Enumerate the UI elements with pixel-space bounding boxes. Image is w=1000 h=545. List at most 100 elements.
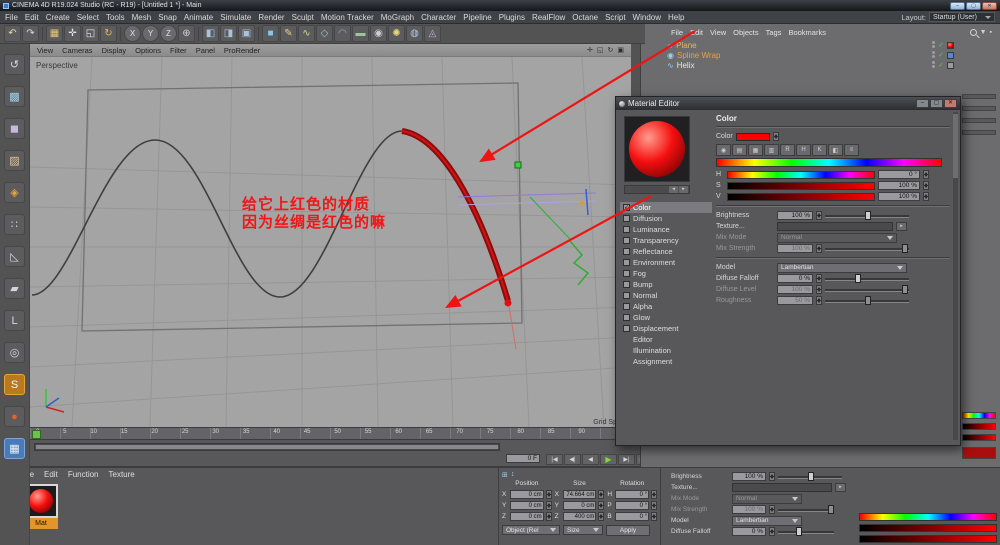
material-preview[interactable] xyxy=(624,116,690,182)
attr-texture-browse-icon[interactable]: ▸ xyxy=(835,483,846,492)
orbit-view-icon[interactable]: ↻ xyxy=(608,45,614,56)
diffuse-falloff-field[interactable]: 0 % xyxy=(777,274,813,283)
hsv-spinner[interactable] xyxy=(923,181,929,190)
attr-saturation-gradient-bar[interactable] xyxy=(859,524,997,532)
coordinate-spinner[interactable] xyxy=(545,490,552,499)
channel-checkbox[interactable] xyxy=(623,215,630,222)
object-mode-dropdown[interactable]: Object (Rel xyxy=(502,525,560,535)
channel-row[interactable]: Diffusion xyxy=(620,213,712,224)
coordinate-field[interactable]: 0 ° xyxy=(615,490,650,499)
menu-item[interactable]: Mesh xyxy=(132,13,152,22)
viewport-menu-item[interactable]: Cameras xyxy=(62,46,92,55)
viewport-menu-item[interactable]: View xyxy=(37,46,53,55)
channel-checkbox[interactable] xyxy=(623,237,630,244)
object-manager-menu-item[interactable]: Tags xyxy=(766,28,782,37)
menu-item[interactable]: Help xyxy=(668,13,684,22)
attr-mix-mode-dropdown[interactable]: Normal xyxy=(732,493,802,504)
timeline-range-scrollbar[interactable] xyxy=(34,443,500,451)
object-name[interactable]: Spline Wrap xyxy=(677,51,720,60)
goto-start-button[interactable]: |◀ xyxy=(546,454,563,465)
viewport-menu-item[interactable]: Panel xyxy=(196,46,215,55)
image-color-icon[interactable]: ▦ xyxy=(748,144,763,156)
materials-menu-item[interactable]: Texture xyxy=(109,470,135,479)
mat-close-button[interactable]: ✕ xyxy=(944,99,957,108)
edges-mode-icon[interactable]: ◺ xyxy=(4,246,25,267)
hsv-sliders-icon[interactable]: H xyxy=(796,144,811,156)
diffuse-falloff-slider[interactable] xyxy=(825,274,909,283)
maximize-button[interactable]: ▢ xyxy=(966,1,981,10)
object-manager-menu-item[interactable]: Objects xyxy=(733,28,758,37)
render-picture-viewer-icon[interactable]: ◨ xyxy=(220,25,237,42)
enabled-check-icon[interactable]: ✓ xyxy=(938,41,944,49)
channel-row[interactable]: Displacement xyxy=(620,323,712,334)
channel-row[interactable]: Reflectance xyxy=(620,246,712,257)
mix-strength-slider[interactable] xyxy=(825,244,909,253)
size-mode-dropdown[interactable]: Size xyxy=(563,525,603,535)
menu-item[interactable]: Script xyxy=(605,13,625,22)
channel-row[interactable]: Environment xyxy=(620,257,712,268)
undo-icon[interactable]: ↶ xyxy=(4,25,21,42)
coordinate-spinner[interactable] xyxy=(545,512,552,521)
viewport-scene[interactable] xyxy=(30,57,631,427)
paint-setup-icon[interactable]: ● xyxy=(4,406,25,427)
materials-menu-item[interactable]: Function xyxy=(68,470,99,479)
diffuse-falloff-spinner[interactable] xyxy=(816,274,822,283)
saturation-gradient-bar[interactable] xyxy=(962,423,996,430)
object-name[interactable]: Plane xyxy=(676,41,696,50)
add-primitive-icon[interactable]: ■ xyxy=(262,25,279,42)
texture-mode-icon[interactable]: ▨ xyxy=(4,150,25,171)
floor-icon[interactable]: ▬ xyxy=(352,25,369,42)
attr-diffuse-falloff-slider[interactable] xyxy=(778,527,834,536)
brightness-slider[interactable] xyxy=(825,211,909,220)
coordinate-field[interactable]: 0 cm xyxy=(562,501,597,510)
channel-row[interactable]: Transparency xyxy=(620,235,712,246)
menu-item[interactable]: Render xyxy=(258,13,284,22)
attr-mix-strength-slider[interactable] xyxy=(778,505,834,514)
color-mixer-icon[interactable]: ◧ xyxy=(828,144,843,156)
prev-frame-button[interactable]: ◀ xyxy=(582,454,599,465)
brightness-spinner[interactable] xyxy=(816,211,822,220)
menu-item[interactable]: Edit xyxy=(25,13,39,22)
z-axis-icon[interactable]: Z xyxy=(160,25,177,42)
pan-view-icon[interactable]: ✛ xyxy=(587,45,593,56)
camera-icon[interactable]: ◉ xyxy=(370,25,387,42)
menu-item[interactable]: Pipeline xyxy=(463,13,491,22)
menu-item[interactable]: Character xyxy=(421,13,456,22)
coordinate-spinner[interactable] xyxy=(598,490,605,499)
menu-item[interactable]: RealFlow xyxy=(532,13,565,22)
toggle-views-icon[interactable]: ▣ xyxy=(617,45,624,56)
object-tag-icon[interactable] xyxy=(947,61,954,69)
hsv-spinner[interactable] xyxy=(923,192,929,201)
brightness-field[interactable]: 100 % xyxy=(777,211,813,220)
pen-tool-icon[interactable]: ✎ xyxy=(280,25,297,42)
snap-icon[interactable]: S xyxy=(4,374,25,395)
mat-minimize-button[interactable]: – xyxy=(916,99,929,108)
hue-gradient-bar[interactable] xyxy=(962,412,996,419)
menu-item[interactable]: Animate xyxy=(184,13,213,22)
prev-key-button[interactable]: ◀| xyxy=(564,454,581,465)
channel-checkbox[interactable] xyxy=(623,292,630,299)
object-name[interactable]: Helix xyxy=(677,61,695,70)
menu-item[interactable]: File xyxy=(5,13,18,22)
model-mode-icon[interactable]: ◼ xyxy=(4,118,25,139)
layout-dropdown[interactable]: Startup (User) xyxy=(929,12,995,22)
viewport[interactable]: View Cameras Display Options Filter Panel ProR… xyxy=(30,44,631,427)
zoom-view-icon[interactable]: ◱ xyxy=(597,45,604,56)
coordinate-system-icon[interactable]: ⊕ xyxy=(178,25,195,42)
coordinate-spinner[interactable] xyxy=(651,501,658,510)
materials-menu-item[interactable]: Edit xyxy=(44,470,58,479)
coordinate-spinner[interactable] xyxy=(651,490,658,499)
attr-diffuse-falloff-spinner[interactable] xyxy=(769,527,775,536)
preview-next-icon[interactable]: ▸ xyxy=(679,186,688,193)
add-spline-icon[interactable]: ∿ xyxy=(298,25,315,42)
mat-maximize-button[interactable]: ▢ xyxy=(930,99,943,108)
channel-row[interactable]: Bump xyxy=(620,279,712,290)
menu-item[interactable]: Plugins xyxy=(499,13,525,22)
visibility-dots[interactable] xyxy=(932,61,936,69)
channel-checkbox[interactable] xyxy=(623,248,630,255)
enabled-check-icon[interactable]: ✓ xyxy=(938,51,944,59)
roughness-slider[interactable] xyxy=(825,296,909,305)
coordinate-spinner[interactable] xyxy=(545,501,552,510)
object-manager-menu-item[interactable]: Bookmarks xyxy=(788,28,826,37)
close-button[interactable]: ✕ xyxy=(982,1,997,10)
